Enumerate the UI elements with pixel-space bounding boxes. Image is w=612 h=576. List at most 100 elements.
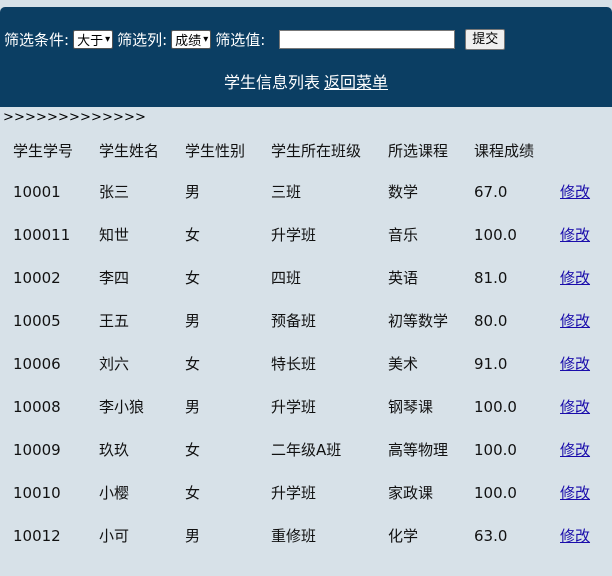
table-row: 10009 玖玖 女 二年级A班 高等物理 100.0 修改 bbox=[0, 428, 610, 471]
table-row: 10008 李小狼 男 升学班 钢琴课 100.0 修改 bbox=[0, 385, 610, 428]
edit-link[interactable]: 修改 bbox=[560, 269, 590, 287]
cell-score: 63.0 bbox=[474, 526, 508, 545]
filter-condition-value: 大于 bbox=[77, 34, 104, 49]
edit-link[interactable]: 修改 bbox=[560, 484, 590, 502]
cell-class: 升学班 bbox=[271, 484, 317, 502]
cell-gender: 男 bbox=[185, 312, 201, 330]
arrow-glyph: > bbox=[3, 110, 14, 125]
cell-course: 音乐 bbox=[388, 226, 419, 244]
table-row: 10006 刘六 女 特长班 美术 91.0 修改 bbox=[0, 342, 610, 385]
cell-class: 四班 bbox=[271, 269, 302, 287]
cell-score: 100.0 bbox=[474, 397, 517, 416]
cell-class: 三班 bbox=[271, 183, 302, 201]
cell-course: 初等数学 bbox=[388, 312, 449, 330]
table-header-row: 学生学号 学生姓名 学生性别 学生所在班级 所选课程 课程成绩 bbox=[0, 130, 610, 170]
arrow-row: >>>>>>>>>>>>> bbox=[3, 110, 146, 125]
cell-course: 数学 bbox=[388, 183, 419, 201]
arrow-glyph: > bbox=[58, 110, 69, 125]
arrow-glyph: > bbox=[47, 110, 58, 125]
cell-name: 李四 bbox=[99, 269, 130, 287]
edit-link[interactable]: 修改 bbox=[560, 355, 590, 373]
cell-course: 家政课 bbox=[388, 484, 434, 502]
cell-class: 升学班 bbox=[271, 398, 317, 416]
cell-id: 10010 bbox=[13, 483, 61, 502]
cell-name: 知世 bbox=[99, 226, 130, 244]
arrow-glyph: > bbox=[113, 110, 124, 125]
cell-score: 80.0 bbox=[474, 311, 508, 330]
column-header-gender: 学生性别 bbox=[185, 141, 246, 160]
edit-link[interactable]: 修改 bbox=[560, 312, 590, 330]
submit-button[interactable]: 提交 bbox=[465, 29, 506, 50]
filter-condition-label: 筛选条件: bbox=[4, 31, 70, 49]
filter-column-select[interactable]: 成绩 ▾ bbox=[171, 30, 212, 49]
cell-class: 二年级A班 bbox=[271, 441, 342, 459]
back-to-menu-link[interactable]: 返回菜单 bbox=[324, 69, 388, 93]
chevron-down-icon: ▾ bbox=[105, 34, 111, 45]
cell-score: 67.0 bbox=[474, 182, 508, 201]
arrow-glyph: > bbox=[25, 110, 36, 125]
column-header-score: 课程成绩 bbox=[474, 141, 535, 160]
cell-score: 100.0 bbox=[474, 483, 517, 502]
arrow-glyph: > bbox=[69, 110, 80, 125]
edit-link[interactable]: 修改 bbox=[560, 527, 590, 545]
arrow-glyph: > bbox=[124, 110, 135, 125]
cell-name: 玖玖 bbox=[99, 441, 130, 459]
cell-class: 特长班 bbox=[271, 355, 317, 373]
student-table: 学生学号 学生姓名 学生性别 学生所在班级 所选课程 课程成绩 10001 张三… bbox=[0, 130, 610, 557]
filter-column-label: 筛选列: bbox=[117, 31, 168, 49]
cell-gender: 男 bbox=[185, 398, 201, 416]
arrow-glyph: > bbox=[36, 110, 47, 125]
cell-course: 高等物理 bbox=[388, 441, 449, 459]
page-title: 学生信息列表 bbox=[223, 73, 320, 92]
cell-score: 91.0 bbox=[474, 354, 508, 373]
filter-condition-select[interactable]: 大于 ▾ bbox=[73, 30, 114, 49]
table-row: 10005 王五 男 预备班 初等数学 80.0 修改 bbox=[0, 299, 610, 342]
cell-score: 100.0 bbox=[474, 225, 517, 244]
filter-form: 筛选条件: 大于 ▾ 筛选列: 成绩 ▾ 筛选值: 85 提交 bbox=[4, 29, 506, 50]
column-header-action bbox=[547, 130, 610, 170]
edit-link[interactable]: 修改 bbox=[560, 441, 590, 459]
cell-id: 100011 bbox=[13, 225, 71, 244]
cell-id: 10002 bbox=[13, 268, 61, 287]
cell-id: 10012 bbox=[13, 526, 61, 545]
filter-column-value: 成绩 bbox=[175, 34, 202, 49]
cell-name: 刘六 bbox=[99, 355, 130, 373]
cell-score: 100.0 bbox=[474, 440, 517, 459]
column-header-class: 学生所在班级 bbox=[271, 141, 362, 160]
cell-score: 81.0 bbox=[474, 268, 508, 287]
table-row: 10012 小可 男 重修班 化学 63.0 修改 bbox=[0, 514, 610, 557]
cell-gender: 女 bbox=[185, 484, 201, 502]
cell-gender: 女 bbox=[185, 355, 201, 373]
arrow-glyph: > bbox=[102, 110, 113, 125]
cell-gender: 女 bbox=[185, 226, 201, 244]
cell-class: 预备班 bbox=[271, 312, 317, 330]
column-header-id: 学生学号 bbox=[13, 141, 74, 160]
arrow-glyph: > bbox=[80, 110, 91, 125]
filter-bar: 筛选条件: 大于 ▾ 筛选列: 成绩 ▾ 筛选值: 85 提交 bbox=[0, 7, 612, 55]
cell-id: 10009 bbox=[13, 440, 61, 459]
cell-name: 小可 bbox=[99, 527, 130, 545]
column-header-name: 学生姓名 bbox=[99, 141, 160, 160]
cell-name: 王五 bbox=[99, 312, 130, 330]
cell-gender: 男 bbox=[185, 527, 201, 545]
cell-id: 10005 bbox=[13, 311, 61, 330]
edit-link[interactable]: 修改 bbox=[560, 398, 590, 416]
cell-class: 重修班 bbox=[271, 527, 317, 545]
cell-name: 张三 bbox=[99, 183, 130, 201]
cell-id: 10001 bbox=[13, 182, 61, 201]
cell-id: 10006 bbox=[13, 354, 61, 373]
table-row: 10010 小樱 女 升学班 家政课 100.0 修改 bbox=[0, 471, 610, 514]
cell-gender: 女 bbox=[185, 269, 201, 287]
edit-link[interactable]: 修改 bbox=[560, 226, 590, 244]
cell-gender: 男 bbox=[185, 183, 201, 201]
cell-course: 美术 bbox=[388, 355, 419, 373]
arrow-glyph: > bbox=[14, 110, 25, 125]
cell-name: 李小狼 bbox=[99, 398, 145, 416]
chevron-down-icon: ▾ bbox=[203, 34, 209, 45]
cell-name: 小樱 bbox=[99, 484, 130, 502]
cell-class: 升学班 bbox=[271, 226, 317, 244]
arrow-glyph: > bbox=[91, 110, 102, 125]
filter-value-label: 筛选值: bbox=[215, 31, 266, 49]
edit-link[interactable]: 修改 bbox=[560, 183, 590, 201]
filter-value-input[interactable]: 85 bbox=[279, 30, 456, 49]
